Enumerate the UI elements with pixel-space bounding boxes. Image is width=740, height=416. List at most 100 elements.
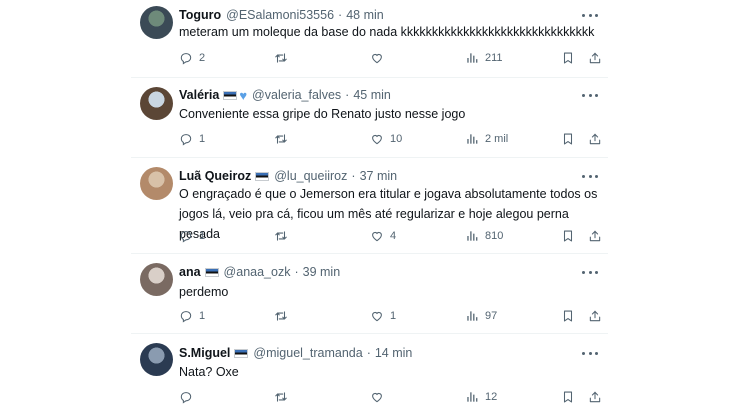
retweet-icon xyxy=(274,390,288,404)
bookmark-button[interactable] xyxy=(561,229,575,243)
views-button[interactable]: 211 xyxy=(465,51,503,65)
retweet-button[interactable] xyxy=(274,51,294,65)
like-icon xyxy=(370,390,384,404)
bookmark-button[interactable] xyxy=(561,132,575,146)
more-icon[interactable] xyxy=(582,169,598,183)
author-name[interactable]: Valéria xyxy=(179,88,219,102)
avatar[interactable] xyxy=(140,263,173,296)
bookmark-button[interactable] xyxy=(561,390,575,404)
reply-button[interactable]: 1 xyxy=(179,309,205,323)
author-name[interactable]: S.Miguel xyxy=(179,346,230,360)
avatar[interactable] xyxy=(140,167,173,200)
bookmark-icon xyxy=(561,390,575,404)
tweet-text: Conveniente essa gripe do Renato justo n… xyxy=(179,104,599,124)
retweet-button[interactable] xyxy=(274,229,294,243)
views-count: 97 xyxy=(485,310,498,322)
bookmark-icon xyxy=(561,51,575,65)
views-icon xyxy=(465,390,479,404)
retweet-button[interactable] xyxy=(274,390,294,404)
timestamp[interactable]: 48 min xyxy=(346,8,384,22)
reply-button[interactable] xyxy=(179,390,199,404)
author-name[interactable]: Toguro xyxy=(179,8,221,22)
author-name[interactable]: Luã Queiroz xyxy=(179,169,251,183)
share-button[interactable] xyxy=(588,51,602,65)
avatar[interactable] xyxy=(140,343,173,376)
likes-count: 4 xyxy=(390,230,397,242)
more-icon[interactable] xyxy=(582,88,598,102)
separator-dot: · xyxy=(294,265,299,279)
share-button[interactable] xyxy=(588,229,602,243)
reply-button[interactable]: 1 xyxy=(179,229,205,243)
likes-count: 10 xyxy=(390,133,403,145)
reply-icon xyxy=(179,309,193,323)
tweet-header: Toguro @ESalamoni53556 · 48 min xyxy=(179,7,384,23)
retweet-button[interactable] xyxy=(274,309,294,323)
like-button[interactable]: 1 xyxy=(370,309,396,323)
views-icon xyxy=(465,229,479,243)
bookmark-button[interactable] xyxy=(561,51,575,65)
views-button[interactable]: 2 mil xyxy=(465,132,508,146)
views-count: 810 xyxy=(485,230,504,242)
reply-button[interactable]: 2 xyxy=(179,51,205,65)
like-button[interactable]: 10 xyxy=(370,132,402,146)
tweet-text-line: Conveniente essa gripe do Renato justo n… xyxy=(179,107,466,121)
share-button[interactable] xyxy=(588,309,602,323)
bookmark-button[interactable] xyxy=(561,309,575,323)
more-icon[interactable] xyxy=(582,265,598,279)
views-count: 211 xyxy=(485,52,503,64)
views-button[interactable]: 810 xyxy=(465,229,503,243)
replies-count: 1 xyxy=(199,310,206,322)
retweet-button[interactable] xyxy=(274,132,294,146)
tweet-actions: 1 10 2 mil xyxy=(179,132,604,148)
tweet-actions: 1 1 97 xyxy=(179,309,604,325)
timestamp[interactable]: 14 min xyxy=(375,346,413,360)
reply-icon xyxy=(179,229,193,243)
separator-dot: · xyxy=(351,169,356,183)
tweet-actions: 2 211 xyxy=(179,51,604,67)
flag-emoji-icon xyxy=(204,267,219,277)
author-handle[interactable]: @miguel_tramanda xyxy=(253,346,362,360)
reply-icon xyxy=(179,390,193,404)
views-button[interactable]: 97 xyxy=(465,309,497,323)
views-button[interactable]: 12 xyxy=(465,390,497,404)
author-handle[interactable]: @lu_queiiroz xyxy=(274,169,347,183)
views-icon xyxy=(465,132,479,146)
flag-emoji-icon xyxy=(223,90,238,100)
author-name[interactable]: ana xyxy=(179,265,201,279)
share-button[interactable] xyxy=(588,390,602,404)
views-icon xyxy=(465,309,479,323)
bookmark-icon xyxy=(561,229,575,243)
replies-count: 2 xyxy=(199,52,206,64)
share-icon xyxy=(588,309,602,323)
reply-button[interactable]: 1 xyxy=(179,132,205,146)
flag-emoji-icon xyxy=(234,348,249,358)
replies-count: 1 xyxy=(199,133,206,145)
more-icon[interactable] xyxy=(582,8,598,22)
tweet-actions: 1 4 810 xyxy=(179,229,604,245)
timestamp[interactable]: 39 min xyxy=(303,265,341,279)
avatar[interactable] xyxy=(140,6,173,39)
timestamp[interactable]: 37 min xyxy=(360,169,398,183)
tweet-text: meteram um moleque da base do nada kkkkk… xyxy=(179,22,599,42)
views-count: 12 xyxy=(485,391,498,403)
retweet-icon xyxy=(274,229,288,243)
share-button[interactable] xyxy=(588,132,602,146)
share-icon xyxy=(588,51,602,65)
divider xyxy=(131,333,608,334)
tweet-header: Luã Queiroz @lu_queiiroz · 37 min xyxy=(179,168,397,184)
share-icon xyxy=(588,390,602,404)
author-handle[interactable]: @anaa_ozk xyxy=(224,265,291,279)
views-icon xyxy=(465,51,479,65)
tweet-header: S.Miguel @miguel_tramanda · 14 min xyxy=(179,345,412,361)
avatar[interactable] xyxy=(140,87,173,120)
views-count: 2 mil xyxy=(485,133,509,145)
like-button[interactable] xyxy=(370,51,390,65)
author-handle[interactable]: @ESalamoni53556 xyxy=(226,8,334,22)
flag-emoji-icon xyxy=(255,171,270,181)
like-button[interactable] xyxy=(370,390,390,404)
timestamp[interactable]: 45 min xyxy=(353,88,391,102)
author-handle[interactable]: @valeria_falves xyxy=(252,88,341,102)
more-icon[interactable] xyxy=(582,346,598,360)
reply-icon xyxy=(179,51,193,65)
like-button[interactable]: 4 xyxy=(370,229,396,243)
